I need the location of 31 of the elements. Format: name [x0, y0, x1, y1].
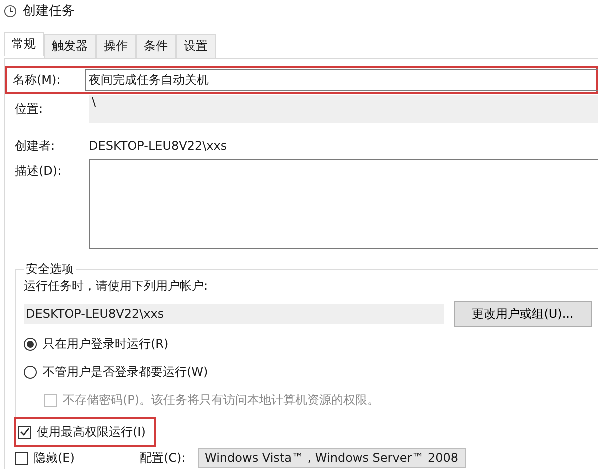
window-title: 创建任务: [23, 3, 75, 20]
author-value: DESKTOP-LEU8V22\xxs: [89, 139, 228, 153]
field-label: 描述(D):: [14, 163, 63, 180]
name-field[interactable]: 夜间完成任务自动关机: [85, 69, 225, 91]
clock-icon: [4, 4, 17, 18]
field-label: 名称(M):: [12, 72, 62, 88]
config-dropdown[interactable]: Windows Vista™ , Windows Server™ 2008: [198, 448, 466, 468]
field-label: 位置:: [14, 101, 44, 118]
tab[interactable]: 触发器: [44, 34, 96, 58]
field-label: 配置(C):: [140, 450, 187, 466]
radio-button[interactable]: [24, 366, 37, 378]
description-field[interactable]: [89, 159, 598, 249]
tab[interactable]: 设置: [176, 34, 216, 58]
tab[interactable]: 常规: [4, 32, 44, 56]
account-label: 运行任务时，请使用下列用户帐户:: [24, 278, 210, 295]
group-title: 安全选项: [25, 261, 75, 278]
radio-button[interactable]: [24, 338, 37, 350]
option-label: 使用最高权限运行(I): [37, 424, 146, 440]
checkbox[interactable]: [18, 426, 31, 438]
check-icon: [20, 427, 30, 437]
option-label: 只在用户登录时运行(R): [43, 336, 169, 352]
account-field: DESKTOP-LEU8V22\xxs: [24, 304, 444, 324]
tab[interactable]: 操作: [96, 34, 136, 58]
option-label: 不管用户是否登录都要运行(W): [43, 364, 208, 380]
option-label: 隐藏(E): [34, 450, 76, 466]
tab[interactable]: 条件: [136, 34, 176, 58]
location-field: \: [89, 95, 598, 123]
option-label: 不存储密码(P)。该任务将只有访问本地计算机资源的权限。: [63, 392, 380, 408]
field-label: 创建者:: [14, 138, 56, 154]
checkbox[interactable]: [15, 452, 28, 464]
change-user-button[interactable]: 更改用户或组(U)...: [454, 301, 592, 327]
